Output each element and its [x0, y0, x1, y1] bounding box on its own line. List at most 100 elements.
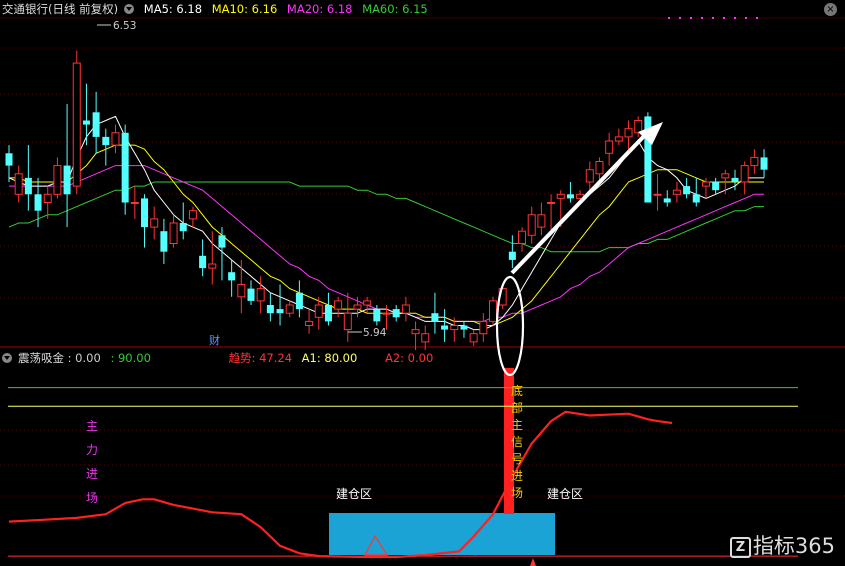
bottom-signal-label: 底部主信号进场 [511, 383, 523, 500]
candle-body [63, 165, 71, 195]
candle [237, 259, 246, 314]
candle [169, 214, 178, 248]
candle-body [585, 169, 594, 183]
candle [653, 173, 662, 211]
candle-body [208, 263, 217, 269]
header-dot [668, 17, 670, 19]
candle-body [276, 309, 284, 314]
bottom-signal-char: 进 [511, 469, 523, 483]
candle-body [469, 333, 478, 343]
candle [672, 182, 681, 203]
candle-body [82, 120, 90, 125]
stock-title: 交通银行(日线 前复权) [2, 2, 119, 16]
candle [150, 206, 159, 240]
candle-body [750, 156, 759, 167]
candle-body [169, 222, 178, 244]
candle-body [692, 194, 700, 203]
candle-body [373, 309, 381, 322]
candle-body [53, 165, 62, 195]
candle [295, 280, 303, 318]
candle [363, 296, 372, 314]
candle [72, 50, 81, 195]
candle [92, 91, 100, 154]
candle [102, 128, 110, 166]
header-dot [756, 17, 758, 19]
candle-body [199, 255, 207, 269]
main-force-char: 力 [86, 443, 98, 457]
candle-body [566, 194, 574, 199]
candle-body [653, 193, 662, 196]
candle-body [605, 140, 614, 154]
settings-circle-icon[interactable] [124, 4, 135, 14]
finance-marker: 财 [209, 333, 220, 347]
low-price-label: 5.94 [363, 327, 387, 339]
candle [518, 227, 527, 252]
candle-body [712, 182, 720, 191]
candle [566, 182, 574, 203]
build-zone-label-left: 建仓区 [336, 487, 372, 501]
candle-body [160, 231, 168, 252]
header-dot [745, 17, 747, 19]
price-header: 交通银行(日线 前复权) MA5: 6.18 MA10: 6.16 MA20: … [2, 0, 434, 18]
candle-body [34, 194, 42, 211]
header-dot [712, 17, 714, 19]
candle [82, 83, 90, 146]
bottom-signal-char: 号 [511, 452, 523, 466]
header-dot [723, 17, 725, 19]
candle [208, 231, 217, 285]
candle-body [450, 325, 459, 331]
candle [421, 325, 430, 351]
candle-body [672, 189, 681, 195]
high-price-label: 6.53 [113, 20, 136, 32]
candle [276, 284, 284, 326]
a1-value: A1: 80.00 [301, 351, 358, 365]
candle-body [285, 304, 294, 314]
candle-body [518, 230, 527, 244]
candle-body [411, 329, 420, 335]
main-force-char: 主 [86, 419, 98, 433]
candle [624, 120, 633, 150]
ma10-value: MA10: 6.16 [211, 2, 278, 16]
candle [53, 157, 62, 199]
grid-lines [0, 17, 845, 497]
candle-body [508, 251, 516, 260]
candle [401, 296, 410, 322]
candlesticks [5, 50, 768, 351]
header-dot [734, 17, 736, 19]
candle-body [266, 305, 274, 314]
candle-body [218, 235, 226, 248]
trend-value: 趋势: 47.24 [228, 351, 293, 365]
candle-body [305, 320, 314, 326]
candle-body [392, 309, 400, 318]
main-force-char: 场 [86, 491, 98, 505]
candle [489, 296, 497, 326]
indicator-header: 震荡吸金 : 0.00 : 90.00 趋势: 47.24 A1: 80.00 … [2, 349, 439, 367]
ma60-value: MA60: 6.15 [362, 2, 428, 16]
watermark-text: 指标365 [752, 534, 835, 558]
indicator-value-2: : 90.00 [110, 351, 151, 365]
candle [460, 321, 468, 338]
build-zone-label-right: 建仓区 [547, 487, 583, 501]
candle-body [721, 173, 730, 179]
bottom-signal-char: 场 [511, 486, 523, 500]
window-close-icon[interactable]: × [824, 3, 837, 16]
bottom-signal-char: 底 [511, 383, 523, 398]
indicator-menu-icon[interactable] [2, 353, 12, 363]
candle-body [595, 161, 604, 175]
candle-body [43, 193, 52, 204]
candle [411, 321, 420, 351]
candle [343, 292, 352, 342]
a2-value: A2: 0.00 [384, 351, 434, 365]
candle-body [537, 214, 546, 228]
candle [740, 161, 749, 195]
candle [431, 292, 439, 334]
candle-body [228, 272, 236, 281]
candle [692, 177, 700, 207]
candle-body [121, 132, 129, 203]
candle-body [460, 325, 468, 330]
candle-body [256, 288, 265, 302]
candle-body [102, 136, 110, 146]
candle-body [141, 198, 149, 228]
candle-body [343, 312, 352, 331]
header-dot [701, 17, 703, 19]
